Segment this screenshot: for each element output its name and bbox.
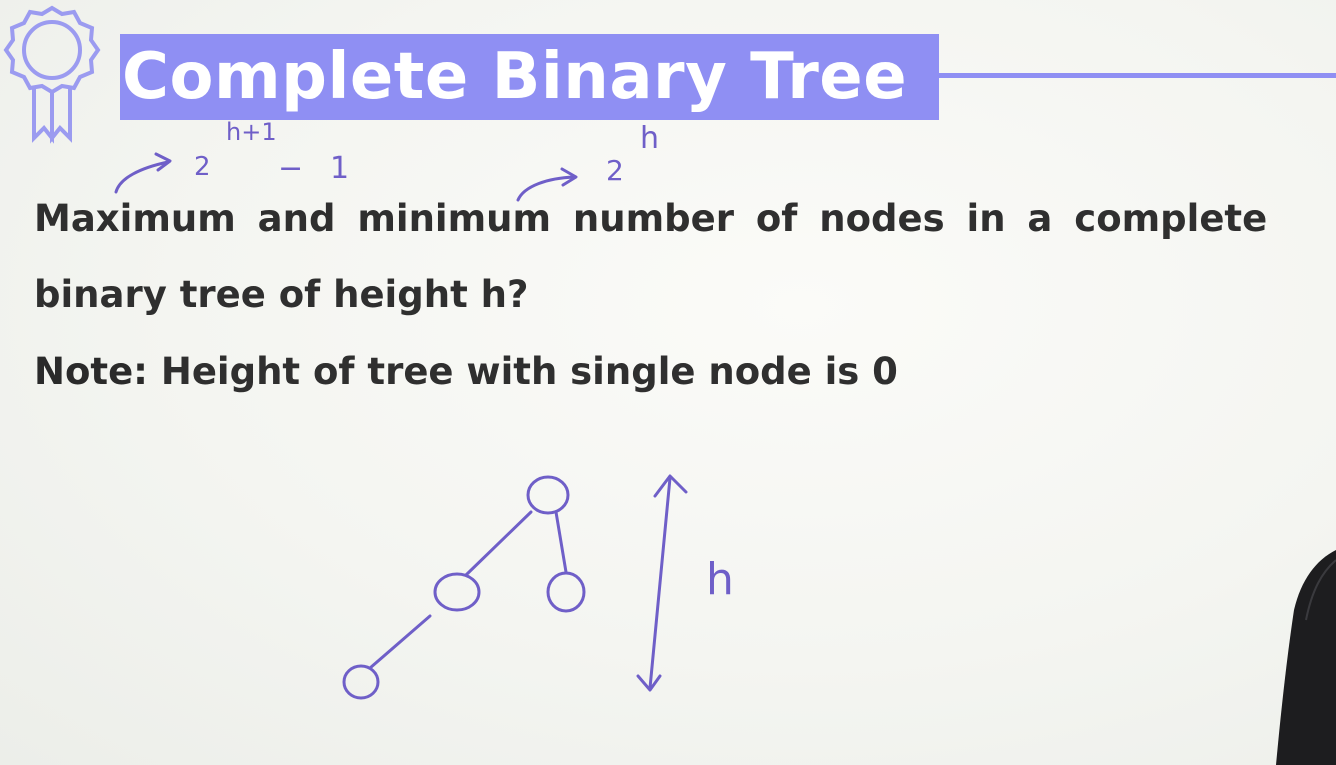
presenter-silhouette (1276, 550, 1336, 765)
award-ribbon-icon (3, 5, 101, 144)
question-line-1: Maximum and minimum number of nodes in a… (34, 197, 1268, 240)
note-line: Note: Height of tree with single node is… (34, 350, 898, 393)
note-text: Height of tree with single node is 0 (147, 350, 898, 393)
tree-edge-root-right (554, 510, 568, 574)
height-arrow-icon (648, 476, 672, 690)
slide: Complete Binary Tree Maximum and minimum… (0, 0, 1336, 765)
height-label: h (706, 554, 734, 605)
question-line-2: binary tree of height h? (34, 273, 529, 316)
title-rule (939, 73, 1336, 78)
tree-node-left (433, 572, 481, 612)
max-arrow-icon (114, 160, 170, 194)
max-base: 2 (194, 152, 211, 182)
max-exponent: h+1 (226, 118, 277, 146)
tree-edge-root-left (464, 510, 533, 577)
page-title: Complete Binary Tree (122, 40, 908, 114)
min-exponent: h (640, 121, 659, 156)
max-one: 1 (330, 151, 349, 186)
note-label: Note: (34, 350, 148, 393)
tree-edge-left-leftleft (368, 614, 432, 670)
tree-node-root (526, 475, 570, 515)
min-base: 2 (606, 154, 624, 187)
max-minus: − (278, 151, 303, 186)
tree-node-right (546, 571, 586, 613)
tree-node-leftleft (342, 664, 380, 700)
